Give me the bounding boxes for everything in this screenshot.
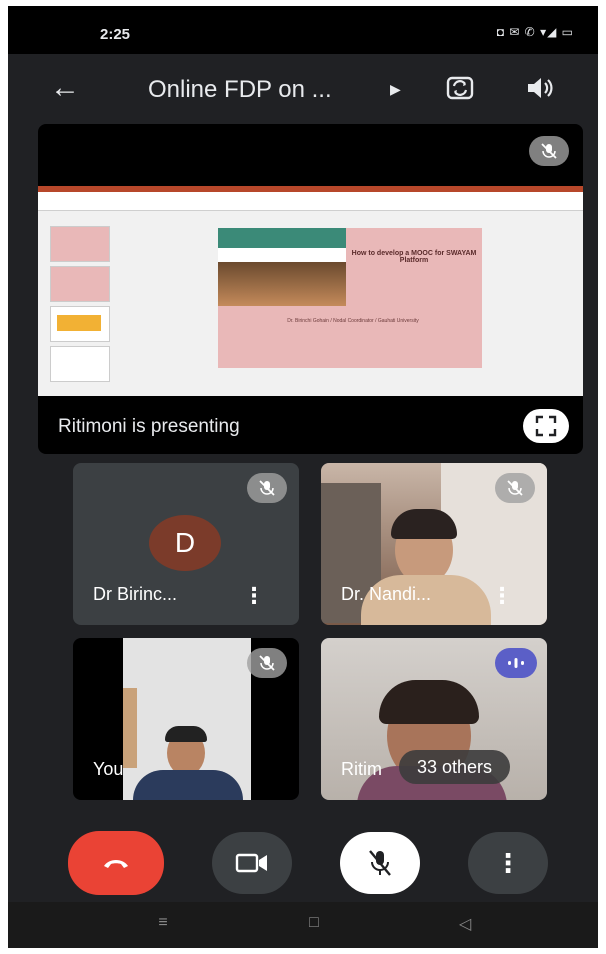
mic-off-icon xyxy=(529,136,569,166)
slide-subtext: Dr. Birinchi Gohain / Nodal Coordinator … xyxy=(287,318,419,324)
switch-camera-icon[interactable] xyxy=(444,72,476,104)
call-controls: ⋮ xyxy=(8,814,598,904)
slide-thumbnail xyxy=(50,226,110,262)
slide-thumbnail xyxy=(50,306,110,342)
presentation-tile[interactable]: How to develop a MOOC for SWAYAM Platfor… xyxy=(38,124,583,454)
more-vert-icon: ⋮ xyxy=(495,847,521,878)
more-vert-icon[interactable]: ⋮ xyxy=(243,583,265,609)
end-call-button[interactable] xyxy=(68,831,164,895)
meet-call-screen: 2:25 ◘ ✉ ✆ ▾◢ ▭ ← Online FDP on ... ▶ Ho… xyxy=(8,6,598,948)
participant-name: You xyxy=(93,759,124,779)
participant-name: Dr. Nandi... xyxy=(341,584,432,604)
recent-apps-icon[interactable]: ≡ xyxy=(152,914,174,934)
presenter-label: Ritimoni is presenting xyxy=(58,416,240,437)
fullscreen-icon xyxy=(535,415,557,437)
mic-off-icon xyxy=(495,473,535,503)
home-icon[interactable]: □ xyxy=(303,914,325,934)
hang-up-icon xyxy=(104,860,128,868)
microphone-button[interactable] xyxy=(340,832,420,894)
participant-tile[interactable]: D Dr Birinc... ⋮ xyxy=(73,463,299,625)
shared-screen: How to develop a MOOC for SWAYAM Platfor… xyxy=(38,186,583,396)
system-nav-bar: ≡ □ ◁ xyxy=(8,902,598,948)
status-bar: 2:25 ◘ ✉ ✆ ▾◢ ▭ xyxy=(8,6,598,54)
mic-off-icon xyxy=(247,648,287,678)
camera-icon xyxy=(235,853,267,873)
self-view-tile[interactable]: You xyxy=(73,638,299,800)
slide-thumbnail xyxy=(50,266,110,302)
camera-button[interactable] xyxy=(212,832,292,894)
mic-off-icon xyxy=(369,850,391,876)
more-options-button[interactable]: ⋮ xyxy=(468,832,548,894)
app-bar: ← Online FDP on ... ▶ xyxy=(8,54,598,124)
back-nav-icon[interactable]: ◁ xyxy=(454,914,476,934)
slide-thumbnail xyxy=(50,346,110,382)
speaker-icon[interactable] xyxy=(523,72,555,104)
slide-heading: How to develop a MOOC for SWAYAM Platfor… xyxy=(351,250,477,264)
mic-off-icon xyxy=(247,473,287,503)
meeting-title[interactable]: Online FDP on ... xyxy=(148,76,332,104)
current-slide: How to develop a MOOC for SWAYAM Platfor… xyxy=(218,228,482,368)
participant-name: Ritim xyxy=(341,759,382,779)
slide-thumbnails xyxy=(42,216,112,391)
status-time: 2:25 xyxy=(100,26,131,43)
avatar: D xyxy=(149,515,221,571)
speaking-indicator-icon xyxy=(495,648,537,678)
meeting-details-arrow-icon[interactable]: ▶ xyxy=(390,81,401,98)
status-icons: ◘ ✉ ✆ ▾◢ ▭ xyxy=(496,25,574,39)
fullscreen-button[interactable] xyxy=(523,409,569,443)
self-video xyxy=(123,638,251,800)
participant-tile[interactable]: Dr. Nandi... ⋮ xyxy=(321,463,547,625)
others-count-badge[interactable]: 33 others xyxy=(399,750,511,784)
ppt-ribbon xyxy=(38,186,583,211)
participant-name: Dr Birinc... xyxy=(93,584,178,604)
more-vert-icon[interactable]: ⋮ xyxy=(491,583,513,609)
back-arrow-icon[interactable]: ← xyxy=(50,70,80,106)
participant-tile[interactable]: Ritim 33 others xyxy=(321,638,547,800)
slide-photo xyxy=(218,228,346,306)
